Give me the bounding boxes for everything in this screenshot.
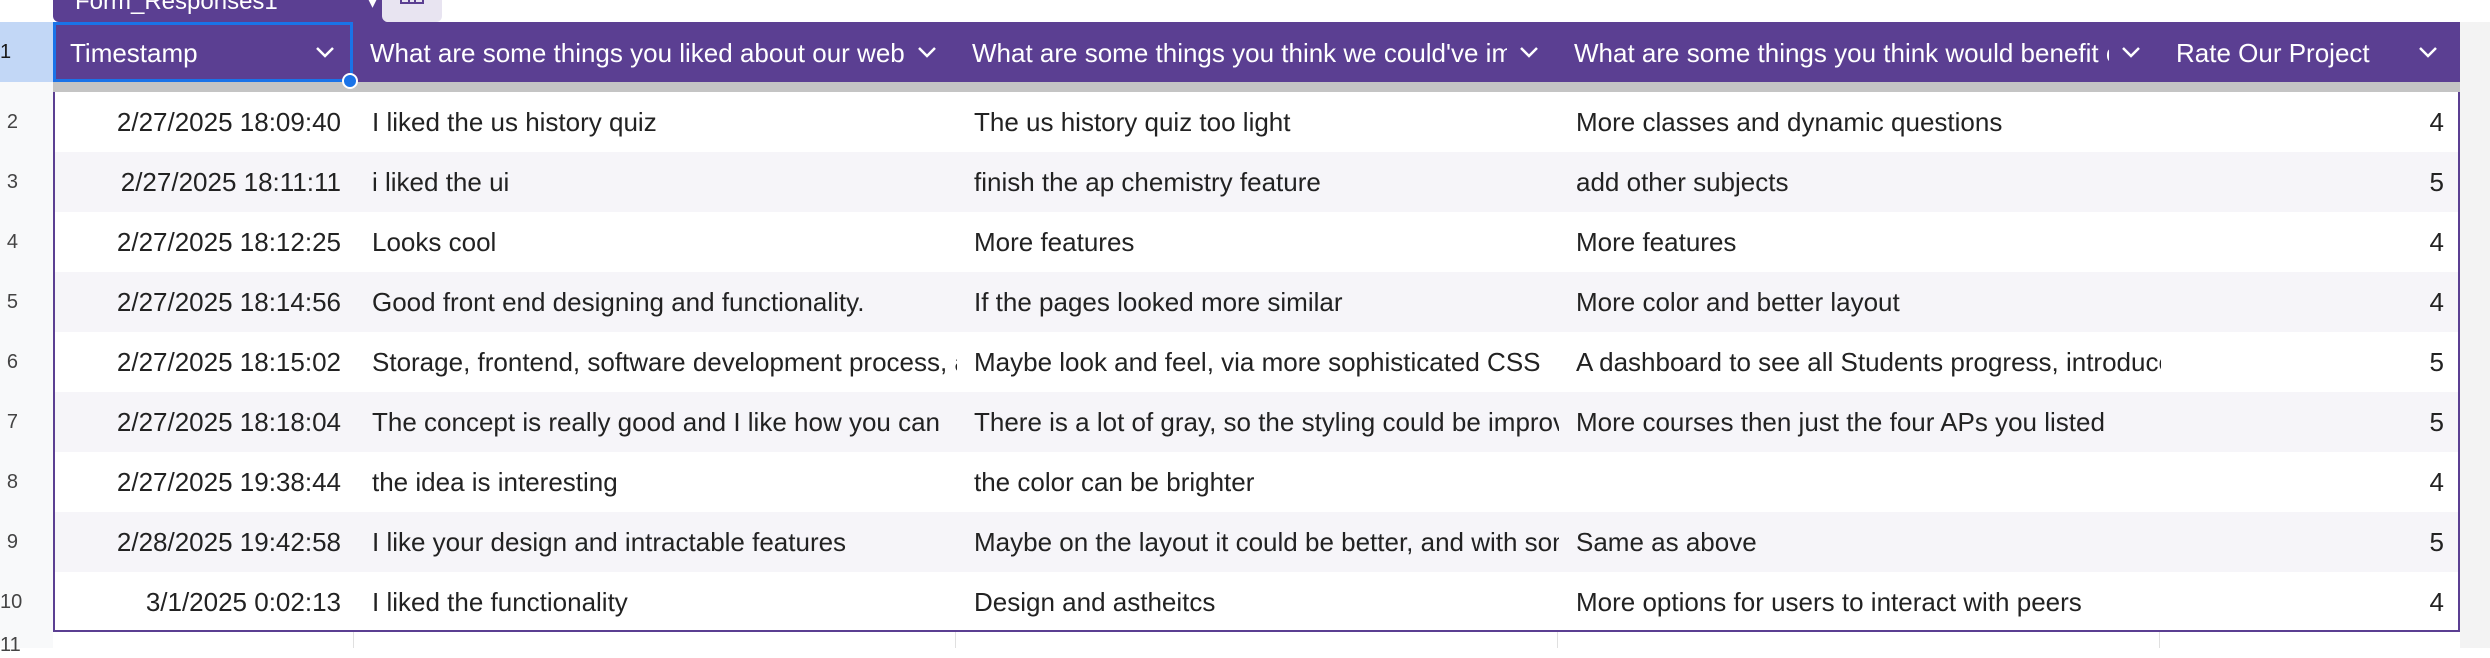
- table-cell[interactable]: 2/27/2025 18:15:02: [55, 332, 355, 392]
- column-header-label: What are some things you think we could'…: [972, 38, 1507, 68]
- row-number[interactable]: 10: [0, 572, 22, 632]
- table-cell[interactable]: 5: [2161, 392, 2458, 452]
- table-cell[interactable]: 3/1/2025 0:02:13: [55, 572, 355, 632]
- table-cell[interactable]: 2/28/2025 19:42:58: [55, 512, 355, 572]
- table-cell[interactable]: If the pages looked more similar: [957, 272, 1559, 332]
- column-header-label: What are some things you liked about our…: [370, 38, 905, 68]
- row-number[interactable]: 8: [0, 452, 18, 512]
- row-number[interactable]: 9: [0, 512, 18, 572]
- row-number[interactable]: 2: [0, 92, 18, 152]
- table-tabs-strip: Form_Responses1 ▾: [0, 0, 2490, 22]
- table-cell[interactable]: 4: [2161, 92, 2458, 152]
- table-cell[interactable]: 5: [2161, 152, 2458, 212]
- row-number[interactable]: 6: [0, 332, 18, 392]
- column-gridline: [1557, 632, 1558, 648]
- frozen-row-divider[interactable]: [53, 82, 2460, 92]
- table-cell[interactable]: [1559, 452, 2161, 512]
- column-header-label: What are some things you think would ben…: [1574, 38, 2109, 68]
- table-row[interactable]: 2/28/2025 19:42:58 I like your design and…: [55, 512, 2458, 572]
- table-cell[interactable]: 2/27/2025 19:38:44: [55, 452, 355, 512]
- table-row[interactable]: 2/27/2025 18:09:40 I liked the us history…: [55, 92, 2458, 152]
- column-header-label: Timestamp: [70, 38, 198, 68]
- table-cell[interactable]: Looks cool: [355, 212, 957, 272]
- table-row[interactable]: 2/27/2025 18:15:02 Storage, frontend, sof…: [55, 332, 2458, 392]
- table-row[interactable]: 2/27/2025 18:11:11 i liked the ui finish t…: [55, 152, 2458, 212]
- table-cell[interactable]: More courses then just the four APs you …: [1559, 392, 2161, 452]
- table-cell[interactable]: 2/27/2025 18:11:11: [55, 152, 355, 212]
- table-cell[interactable]: More options for users to interact with …: [1559, 572, 2161, 632]
- table-cell[interactable]: 4: [2161, 272, 2458, 332]
- row-number[interactable]: 3: [0, 152, 18, 212]
- table-cell[interactable]: 4: [2161, 212, 2458, 272]
- table-cell[interactable]: More color and better layout: [1559, 272, 2161, 332]
- chevron-down-icon[interactable]: [2418, 22, 2442, 82]
- table-cell[interactable]: 2/27/2025 18:18:04: [55, 392, 355, 452]
- selection-fill-handle[interactable]: [342, 73, 358, 89]
- table-cell[interactable]: A dashboard to see all Students progress…: [1559, 332, 2161, 392]
- table-cell[interactable]: 2/27/2025 18:14:56: [55, 272, 355, 332]
- table-cell[interactable]: There is a lot of gray, so the styling c…: [957, 392, 1559, 452]
- table-row[interactable]: 2/27/2025 19:38:44 the idea is interestin…: [55, 452, 2458, 512]
- table-cell[interactable]: 4: [2161, 452, 2458, 512]
- column-gridline: [353, 632, 354, 648]
- row-number[interactable]: 5: [0, 272, 18, 332]
- table-row[interactable]: 2/27/2025 18:12:25 Looks cool More feature…: [55, 212, 2458, 272]
- table-header-row: Timestamp What are some things you liked…: [53, 22, 2460, 82]
- row-number-gutter: 1 2 3 4 5 6 7 8 9 10 11: [0, 22, 53, 656]
- table-row[interactable]: 2/27/2025 18:18:04 The concept is really …: [55, 392, 2458, 452]
- chevron-down-icon[interactable]: [315, 22, 339, 82]
- table-cell[interactable]: The us history quiz too light: [957, 92, 1559, 152]
- row-number[interactable]: 7: [0, 392, 18, 452]
- table-body: 2/27/2025 18:09:40 I liked the us history…: [53, 92, 2460, 632]
- table-cell[interactable]: Design and astheitcs: [957, 572, 1559, 632]
- table-cell[interactable]: the color can be brighter: [957, 452, 1559, 512]
- row-number[interactable]: 1: [0, 22, 53, 82]
- sheet-right-margin: [2460, 22, 2490, 648]
- column-header-improved[interactable]: What are some things you think we could'…: [955, 22, 1557, 82]
- table-cell[interactable]: 4: [2161, 572, 2458, 632]
- empty-row-area[interactable]: [53, 632, 2460, 648]
- table-cell[interactable]: More classes and dynamic questions: [1559, 92, 2161, 152]
- row-number[interactable]: 4: [0, 212, 18, 272]
- table-cell[interactable]: 5: [2161, 512, 2458, 572]
- column-header-rating[interactable]: Rate Our Project: [2159, 22, 2456, 82]
- table-row[interactable]: 2/27/2025 18:14:56 Good front end designi…: [55, 272, 2458, 332]
- table-cell[interactable]: I liked the us history quiz: [355, 92, 957, 152]
- chevron-down-icon[interactable]: [917, 22, 941, 82]
- table-cell[interactable]: finish the ap chemistry feature: [957, 152, 1559, 212]
- table-tab-form-responses[interactable]: Form_Responses1 ▾: [53, 0, 391, 22]
- table-row[interactable]: 3/1/2025 0:02:13 I liked the functionalit…: [55, 572, 2458, 632]
- chevron-down-icon[interactable]: [2121, 22, 2145, 82]
- table-cell[interactable]: Maybe look and feel, via more sophistica…: [957, 332, 1559, 392]
- grid-view-button[interactable]: [382, 0, 442, 22]
- table-cell[interactable]: 2/27/2025 18:09:40: [55, 92, 355, 152]
- column-gridline: [955, 632, 956, 648]
- column-gridline: [2159, 632, 2160, 648]
- table-cell[interactable]: 5: [2161, 332, 2458, 392]
- table-cell[interactable]: i liked the ui: [355, 152, 957, 212]
- column-header-liked[interactable]: What are some things you liked about our…: [353, 22, 955, 82]
- table-tab-label: Form_Responses1: [75, 0, 278, 15]
- column-header-benefit[interactable]: What are some things you think would ben…: [1557, 22, 2159, 82]
- table-cell[interactable]: More features: [957, 212, 1559, 272]
- table-cell[interactable]: I like your design and intractable featu…: [355, 512, 957, 572]
- table-cell[interactable]: Storage, frontend, software development …: [355, 332, 957, 392]
- column-header-label: Rate Our Project: [2176, 38, 2370, 68]
- chevron-down-icon[interactable]: ▾: [368, 0, 377, 22]
- table-cell[interactable]: Maybe on the layout it could be better, …: [957, 512, 1559, 572]
- table-cell[interactable]: I liked the functionality: [355, 572, 957, 632]
- table-cell[interactable]: add other subjects: [1559, 152, 2161, 212]
- table-cell[interactable]: 2/27/2025 18:12:25: [55, 212, 355, 272]
- table-cell[interactable]: More features: [1559, 212, 2161, 272]
- grid-icon: [400, 0, 424, 4]
- chevron-down-icon[interactable]: [1519, 22, 1543, 82]
- row-number[interactable]: 11: [0, 632, 21, 656]
- table-cell[interactable]: Same as above: [1559, 512, 2161, 572]
- table-cell[interactable]: Good front end designing and functionali…: [355, 272, 957, 332]
- column-header-timestamp[interactable]: Timestamp: [53, 22, 353, 82]
- table-cell[interactable]: The concept is really good and I like ho…: [355, 392, 957, 452]
- table-cell[interactable]: the idea is interesting: [355, 452, 957, 512]
